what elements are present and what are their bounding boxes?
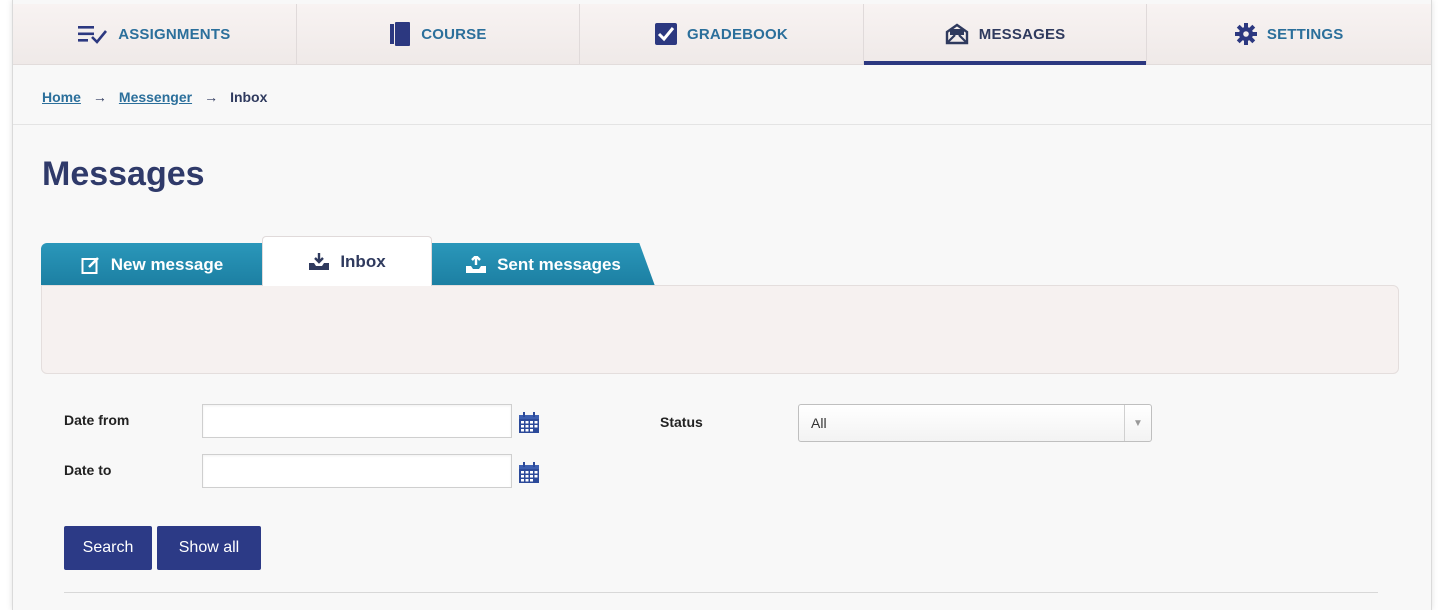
- divider: [64, 592, 1378, 593]
- checkbox-icon: [654, 23, 677, 45]
- status-label: Status: [660, 414, 703, 430]
- compose-icon: [81, 255, 101, 275]
- gear-icon: [1234, 23, 1257, 45]
- tab-label: Inbox: [340, 251, 386, 271]
- status-selected-value: All: [811, 415, 827, 431]
- breadcrumb-separator: →: [92, 89, 107, 105]
- breadcrumb-current: Inbox: [230, 89, 268, 105]
- nav-label: COURSE: [421, 25, 487, 43]
- date-from-input[interactable]: [202, 404, 512, 438]
- calendar-icon[interactable]: [518, 462, 540, 489]
- nav-label: ASSIGNMENTS: [118, 25, 231, 43]
- nav-label: MESSAGES: [978, 25, 1066, 43]
- status-select[interactable]: All ▼: [798, 404, 1152, 442]
- date-to-input[interactable]: [202, 454, 512, 488]
- nav-label: GRADEBOOK: [686, 25, 788, 43]
- nav-item-settings[interactable]: SETTINGS: [1147, 4, 1431, 64]
- tab-inbox[interactable]: Inbox: [262, 236, 432, 286]
- nav-item-gradebook[interactable]: GRADEBOOK: [580, 4, 864, 64]
- tab-sent-messages[interactable]: Sent messages: [431, 243, 655, 286]
- tab-panel: [41, 285, 1399, 374]
- nav-item-assignments[interactable]: ASSIGNMENTS: [13, 4, 297, 64]
- inbox-icon: [308, 252, 330, 271]
- top-nav: ASSIGNMENTS COURSE GRADEBOOK MESSAGES SE…: [13, 4, 1431, 65]
- chevron-down-icon: ▼: [1124, 405, 1151, 441]
- outbox-icon: [465, 255, 487, 274]
- date-to-label: Date to: [64, 462, 112, 478]
- divider: [13, 124, 1431, 125]
- tab-label: Sent messages: [497, 254, 621, 274]
- calendar-icon[interactable]: [518, 412, 540, 439]
- date-from-label: Date from: [64, 412, 130, 428]
- checklist-icon: [78, 24, 108, 44]
- nav-item-course[interactable]: COURSE: [297, 4, 581, 64]
- breadcrumb: Home → Messenger → Inbox: [42, 89, 267, 105]
- app-frame: ASSIGNMENTS COURSE GRADEBOOK MESSAGES SE…: [12, 0, 1432, 610]
- tab-new-message[interactable]: New message: [41, 243, 263, 286]
- breadcrumb-home-link[interactable]: Home: [42, 89, 81, 105]
- nav-item-messages[interactable]: MESSAGES: [863, 4, 1148, 65]
- book-icon: [389, 22, 411, 46]
- envelope-icon: [945, 23, 969, 45]
- breadcrumb-messenger-link[interactable]: Messenger: [119, 89, 192, 105]
- breadcrumb-separator: →: [204, 89, 219, 105]
- tab-label: New message: [110, 254, 224, 274]
- show-all-button[interactable]: Show all: [157, 526, 261, 570]
- nav-label: SETTINGS: [1266, 25, 1344, 43]
- search-button[interactable]: Search: [64, 526, 152, 570]
- page-title: Messages: [42, 155, 205, 193]
